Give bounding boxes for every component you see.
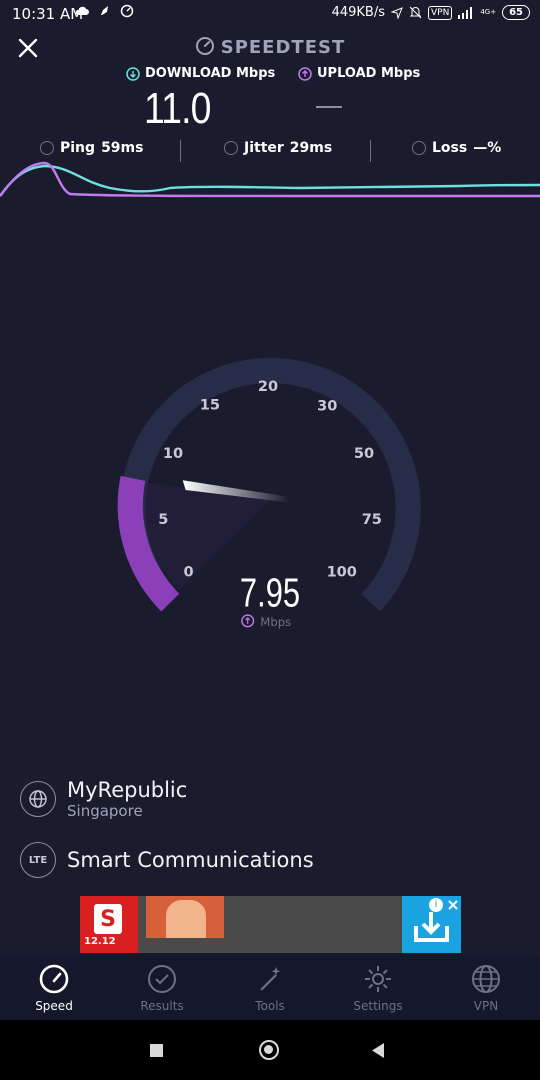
home-icon[interactable] xyxy=(259,1040,279,1060)
tab-label: VPN xyxy=(473,999,499,1013)
upload-graph-line xyxy=(0,161,540,198)
gauge-tick: 5 xyxy=(158,512,168,528)
upload-arrow-icon xyxy=(298,66,312,81)
network-type: 4G+ xyxy=(480,8,497,16)
speedometer-status-icon xyxy=(120,4,134,18)
upload-label: UPLOAD Mbps xyxy=(298,66,420,81)
speed-graph xyxy=(0,161,540,198)
gauge-tick: 0 xyxy=(183,564,193,580)
jitter-value: 29ms xyxy=(289,140,333,156)
speedometer-icon xyxy=(39,964,69,994)
globe-icon xyxy=(472,965,500,993)
check-circle-icon xyxy=(148,965,176,993)
app-title: SPEEDTEST xyxy=(0,36,540,58)
magic-wand-icon xyxy=(260,967,281,991)
mute-icon xyxy=(409,6,422,19)
lte-badge-icon: LTE xyxy=(20,842,56,878)
ping-metric: Ping 59ms xyxy=(40,140,143,156)
loss-icon xyxy=(412,141,426,155)
isp-name: MyRepublic xyxy=(67,778,188,802)
tab-tools[interactable]: Tools xyxy=(216,955,324,1020)
upload-value xyxy=(316,106,342,108)
ad-banner[interactable]: S 12.12 i xyxy=(80,896,461,953)
server-row[interactable]: LTE Smart Communications xyxy=(20,842,314,878)
gauge-tick: 10 xyxy=(163,446,183,462)
gauge-tick: 20 xyxy=(258,379,278,395)
gauge-current-value: 7.95 xyxy=(240,569,300,615)
back-icon[interactable] xyxy=(370,1042,386,1059)
cloud-icon xyxy=(75,6,89,15)
system-nav-bar xyxy=(0,1020,540,1080)
tab-results[interactable]: Results xyxy=(108,955,216,1020)
vpn-badge: VPN xyxy=(428,5,453,20)
download-arrow-icon xyxy=(126,66,140,81)
gauge-tick: 15 xyxy=(200,398,220,414)
loss-value: —% xyxy=(473,140,502,156)
status-time: 10:31 AM xyxy=(12,5,84,23)
gauge-tick: 30 xyxy=(317,398,337,414)
ping-label: Ping xyxy=(60,140,96,156)
gauge-tick: 75 xyxy=(362,512,382,528)
ad-label: 12.12 xyxy=(84,936,116,947)
upload-label-text: UPLOAD Mbps xyxy=(317,66,421,81)
tab-label: Tools xyxy=(255,999,285,1013)
jitter-label: Jitter xyxy=(244,140,284,156)
loss-metric: Loss —% xyxy=(412,140,501,156)
jitter-metric: Jitter 29ms xyxy=(224,140,332,156)
download-graph-line xyxy=(0,164,540,197)
download-value: 11.0 xyxy=(144,84,211,133)
download-label-text: DOWNLOAD Mbps xyxy=(145,66,276,81)
bottom-tab-bar: Speed Results Tools Settings VPN xyxy=(0,955,540,1020)
ad-image xyxy=(146,896,224,938)
gauge-tick: 50 xyxy=(354,446,374,462)
ping-icon xyxy=(40,141,54,155)
app-title-text: SPEEDTEST xyxy=(220,37,346,58)
jitter-icon xyxy=(224,141,238,155)
battery-indicator: 65 xyxy=(502,5,530,20)
rocket-icon xyxy=(101,6,108,15)
server-name: Smart Communications xyxy=(67,848,314,872)
tab-label: Results xyxy=(140,999,184,1013)
download-label: DOWNLOAD Mbps xyxy=(126,66,275,81)
loss-label: Loss xyxy=(432,140,468,156)
location-icon xyxy=(391,6,403,19)
gauge-tick: 100 xyxy=(327,564,357,580)
tab-speed[interactable]: Speed xyxy=(0,955,108,1020)
tab-settings[interactable]: Settings xyxy=(324,955,432,1020)
ping-value: 59ms xyxy=(101,140,144,156)
globe-icon xyxy=(20,781,56,817)
speed-gauge: 0 5 10 15 20 30 50 75 100 7.95 Mbps xyxy=(117,357,421,629)
ad-shop-logo: S 12.12 xyxy=(80,896,138,953)
ad-close-icon[interactable] xyxy=(447,899,459,911)
ad-info-icon[interactable]: i xyxy=(429,898,443,912)
status-bar: 10:31 AM 449KB/s VPN 4G+ 65 xyxy=(0,0,540,28)
recents-icon[interactable] xyxy=(150,1044,163,1057)
tab-vpn[interactable]: VPN xyxy=(432,955,540,1020)
isp-row[interactable]: MyRepublic Singapore xyxy=(20,778,187,820)
isp-location: Singapore xyxy=(67,802,143,820)
speedtest-logo-icon xyxy=(195,37,214,55)
gear-icon xyxy=(365,966,391,992)
signal-icon xyxy=(458,6,473,19)
tab-label: Speed xyxy=(35,999,73,1013)
network-speed: 449KB/s xyxy=(331,5,385,20)
gauge-unit: Mbps xyxy=(260,615,291,629)
tab-label: Settings xyxy=(353,999,403,1013)
